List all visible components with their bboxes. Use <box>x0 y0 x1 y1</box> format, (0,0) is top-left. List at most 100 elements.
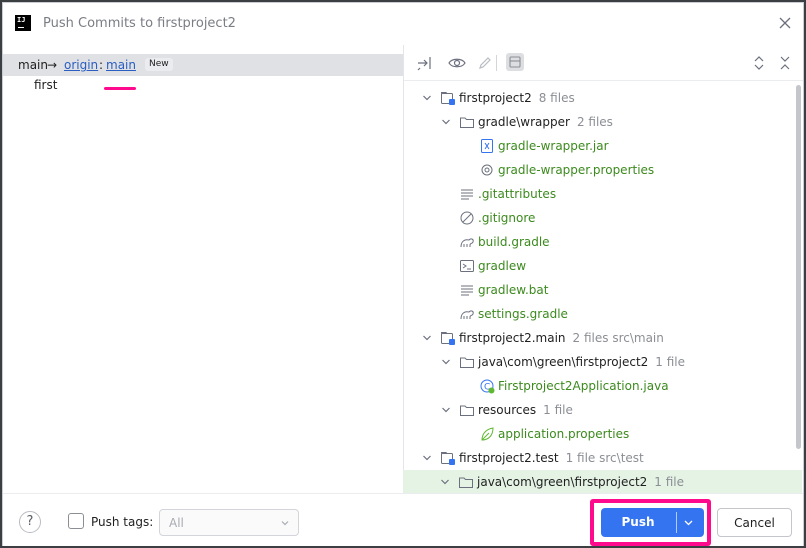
spring-class-icon: C <box>480 379 495 394</box>
tree-row[interactable]: .gitignore <box>404 206 794 230</box>
tree-row[interactable]: C Firstproject2Application.java <box>404 374 794 398</box>
help-button[interactable]: ? <box>19 511 41 533</box>
tree-row[interactable]: gradle-wrapper.jar <box>404 134 794 158</box>
toolbar-separator <box>496 55 497 71</box>
tree-row-label: gradlew <box>478 259 526 273</box>
commits-pane: main → origin : main New first <box>3 45 404 493</box>
branch-row[interactable]: main → origin : main New <box>3 54 403 76</box>
show-diff-icon[interactable] <box>416 55 434 71</box>
terminal-file-icon <box>460 260 474 272</box>
push-dialog: IJ Push Commits to firstproject2 main → … <box>2 2 804 546</box>
cancel-button-label: Cancel <box>734 516 775 530</box>
tree-row[interactable]: .gitattributes <box>404 182 794 206</box>
chevron-down-icon[interactable] <box>441 117 451 127</box>
file-name: firstproject2 <box>459 91 532 105</box>
chevron-down-icon[interactable] <box>440 477 450 487</box>
file-name: java\com\green\firstproject2 <box>478 355 649 369</box>
file-count: 1 file src\test <box>565 451 644 465</box>
edit-icon[interactable] <box>476 55 494 71</box>
tags-dropdown-value: All <box>169 516 184 530</box>
tree-row[interactable]: firstproject2 8 files <box>404 86 794 110</box>
remote-branch-link[interactable]: main <box>106 58 136 72</box>
folder-icon <box>460 405 474 416</box>
tree-row[interactable]: java\com\green\firstproject2 1 file <box>403 470 802 494</box>
ignore-file-icon <box>460 211 474 225</box>
chevron-down-icon[interactable] <box>422 453 432 463</box>
tree-row[interactable]: firstproject2.test 1 file src\test <box>404 446 794 470</box>
module-folder-icon <box>441 332 455 345</box>
jar-file-icon <box>481 139 493 153</box>
file-name: gradle\wrapper <box>478 115 570 129</box>
cancel-button[interactable]: Cancel <box>717 508 792 537</box>
expand-all-icon[interactable] <box>750 55 768 71</box>
file-count: 2 files <box>576 115 613 129</box>
tree-row-label: .gitignore <box>478 211 535 225</box>
changes-toolbar <box>404 45 803 81</box>
tree-row[interactable]: application.properties <box>404 422 794 446</box>
group-by-icon[interactable] <box>506 53 524 71</box>
file-name: Firstproject2Application.java <box>498 379 669 393</box>
tree-row[interactable]: firstproject2.main 2 files src\main <box>404 326 794 350</box>
local-branch: main <box>18 58 48 72</box>
tags-dropdown[interactable]: All <box>159 509 299 536</box>
new-branch-badge: New <box>145 58 173 71</box>
push-tags-label: Push tags: <box>91 515 154 529</box>
chevron-down-icon[interactable] <box>422 93 432 103</box>
tree-row[interactable]: gradle\wrapper 2 files <box>404 110 794 134</box>
close-icon[interactable] <box>777 15 793 31</box>
file-name: gradle-wrapper.jar <box>498 139 609 153</box>
push-button[interactable]: Push <box>601 508 704 537</box>
tree-row-label: java\com\green\firstproject2 1 file <box>477 475 684 489</box>
folder-icon <box>460 357 474 368</box>
folder-icon <box>460 117 474 128</box>
changes-pane: firstproject2 8 files gradle\wrapper 2 file… <box>403 45 803 494</box>
file-count: 2 files src\main <box>572 331 664 345</box>
chevron-down-icon[interactable] <box>441 405 451 415</box>
dialog-title: Push Commits to firstproject2 <box>43 16 236 31</box>
file-count: 1 file <box>543 403 573 417</box>
tree-row-label: application.properties <box>498 427 629 441</box>
file-name: firstproject2.test <box>459 451 559 465</box>
push-tags-checkbox[interactable] <box>68 513 84 529</box>
tree-row-label: build.gradle <box>478 235 550 249</box>
tree-row[interactable]: settings.gradle <box>404 302 794 326</box>
module-folder-icon <box>441 452 455 465</box>
remote-link[interactable]: origin <box>64 58 98 72</box>
tree-row[interactable]: java\com\green\firstproject2 1 file <box>404 350 794 374</box>
folder-icon <box>459 477 473 488</box>
tree-row[interactable]: resources 1 file <box>404 398 794 422</box>
file-name: resources <box>478 403 537 417</box>
eye-icon[interactable] <box>448 55 466 71</box>
spring-leaf-icon <box>481 427 494 441</box>
file-count: 8 files <box>538 91 575 105</box>
push-options-chevron-icon[interactable] <box>683 517 694 528</box>
collapse-all-icon[interactable] <box>776 55 794 71</box>
tree-row-label: settings.gradle <box>478 307 568 321</box>
tree-row-label: .gitattributes <box>478 187 556 201</box>
chevron-down-icon[interactable] <box>422 333 432 343</box>
tree-row[interactable]: gradlew.bat <box>404 278 794 302</box>
commit-item[interactable]: first <box>34 78 57 92</box>
push-button-divider <box>676 512 677 533</box>
file-count: 1 file <box>655 355 686 369</box>
tree-row-label: resources 1 file <box>478 403 573 417</box>
file-name: firstproject2.main <box>459 331 566 345</box>
intellij-logo-icon: IJ <box>15 15 31 31</box>
vertical-scrollbar[interactable] <box>796 85 801 449</box>
gradle-icon <box>460 238 474 248</box>
bottom-bar: ? Push tags: All Push Cancel <box>3 493 803 546</box>
tree-row-label: gradle\wrapper 2 files <box>478 115 613 129</box>
file-name: gradlew <box>478 259 527 273</box>
tree-row[interactable]: build.gradle <box>404 230 794 254</box>
tree-row-label: gradle-wrapper.properties <box>498 163 654 177</box>
chevron-down-icon[interactable] <box>441 357 451 367</box>
annotation-underline <box>104 87 136 90</box>
tree-row[interactable]: gradlew <box>404 254 794 278</box>
tree-row-label: Firstproject2Application.java <box>498 379 669 393</box>
file-name: application.properties <box>498 427 630 441</box>
file-name: gradle-wrapper.properties <box>498 163 655 177</box>
file-name: .gitignore <box>478 211 536 225</box>
branch-separator: : <box>99 58 104 72</box>
tree-row[interactable]: gradle-wrapper.properties <box>404 158 794 182</box>
module-folder-icon <box>441 92 455 105</box>
